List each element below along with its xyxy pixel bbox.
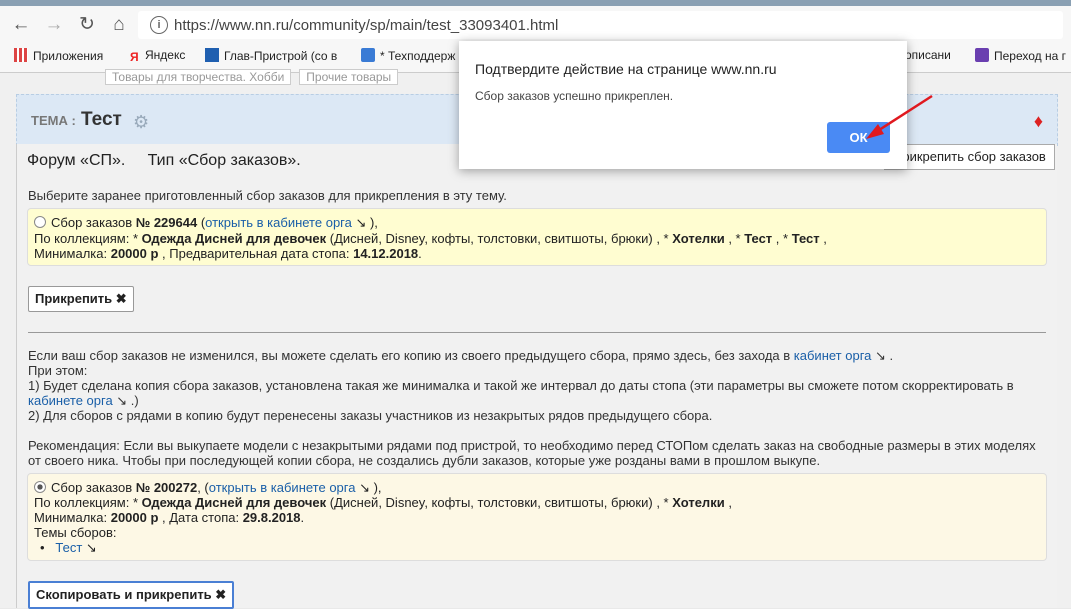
address-bar[interactable]: i https://www.nn.ru/community/sp/main/te… [138, 11, 1063, 39]
forward-icon[interactable]: → [43, 14, 65, 36]
attach-panel: Форум «СП». Тип «Сбор заказов». Прикрепи… [16, 144, 1057, 609]
topic-title: Тест [81, 109, 122, 130]
org-cabinet-link[interactable]: кабинет орга [794, 348, 872, 363]
collection-topic-link[interactable]: Тест [55, 540, 82, 555]
home-icon[interactable]: ⌂ [108, 14, 130, 36]
bookmark-apps[interactable]: Приложения [14, 48, 103, 63]
bookmark-yandex[interactable]: Я Яндекс [130, 48, 185, 64]
ok-button[interactable]: ОК [827, 122, 890, 153]
collection-card-1: Сбор заказов № 229644 (открыть в кабинет… [27, 208, 1047, 266]
breadcrumb-item[interactable]: Прочие товары [299, 69, 399, 85]
url-text[interactable]: https://www.nn.ru/community/sp/main/test… [174, 17, 558, 34]
bookmark-support[interactable]: * Техподдерж [361, 48, 455, 63]
collection-radio[interactable] [34, 216, 46, 228]
reload-icon[interactable]: ↻ [76, 14, 98, 36]
list-icon [975, 48, 989, 62]
collection-card-2: Сбор заказов № 200272, (открыть в кабине… [27, 473, 1047, 561]
dialog-title: Подтвердите действие на странице www.nn.… [475, 61, 777, 77]
org-cabinet-link-2[interactable]: кабинете орга [28, 393, 113, 408]
copy-and-attach-button[interactable]: Скопировать и прикрепить ✖ [28, 581, 235, 609]
bookmark-glav-pristroy[interactable]: Глав-Пристрой (со в [205, 48, 337, 63]
back-icon[interactable]: ← [10, 14, 32, 36]
open-in-org-cabinet-link[interactable]: открыть в кабинете орга [209, 480, 356, 495]
apps-grid-icon [14, 48, 28, 62]
divider [28, 332, 1046, 333]
bookmark-description[interactable]: описани [905, 48, 951, 62]
breadcrumb-item[interactable]: Товары для творчества. Хобби [105, 69, 292, 85]
attach-button[interactable]: Прикрепить ✖ [28, 286, 134, 312]
open-in-org-cabinet-link[interactable]: открыть в кабинете орга [205, 215, 352, 230]
browser-toolbar: ← → ↻ ⌂ i https://www.nn.ru/community/sp… [0, 6, 1071, 42]
windows-icon [205, 48, 219, 62]
site-info-icon[interactable]: i [150, 16, 168, 34]
forum-type-line: Форум «СП». Тип «Сбор заказов». [27, 152, 301, 169]
dialog-message: Сбор заказов успешно прикреплен. [475, 89, 674, 103]
yandex-icon: Я [130, 50, 139, 64]
breadcrumb: Товары для творчества. Хобби Прочие товар… [105, 69, 406, 85]
confirm-dialog: Подтвердите действие на странице www.nn.… [459, 41, 907, 169]
copy-instructions: Если ваш сбор заказов не изменился, вы м… [28, 348, 1036, 468]
collection-radio-selected[interactable] [34, 481, 46, 493]
support-icon [361, 48, 375, 62]
tie-icon: ♦ [1033, 111, 1043, 131]
gear-icon[interactable]: ⚙ [133, 112, 149, 133]
topic-label: ТЕМА : [31, 113, 76, 128]
attach-collection-button[interactable]: Прикрепить сбор заказов [884, 144, 1055, 170]
bookmark-transition[interactable]: Переход на г [975, 48, 1066, 63]
choose-instruction: Выберите заранее приготовленный сбор зак… [28, 188, 507, 203]
